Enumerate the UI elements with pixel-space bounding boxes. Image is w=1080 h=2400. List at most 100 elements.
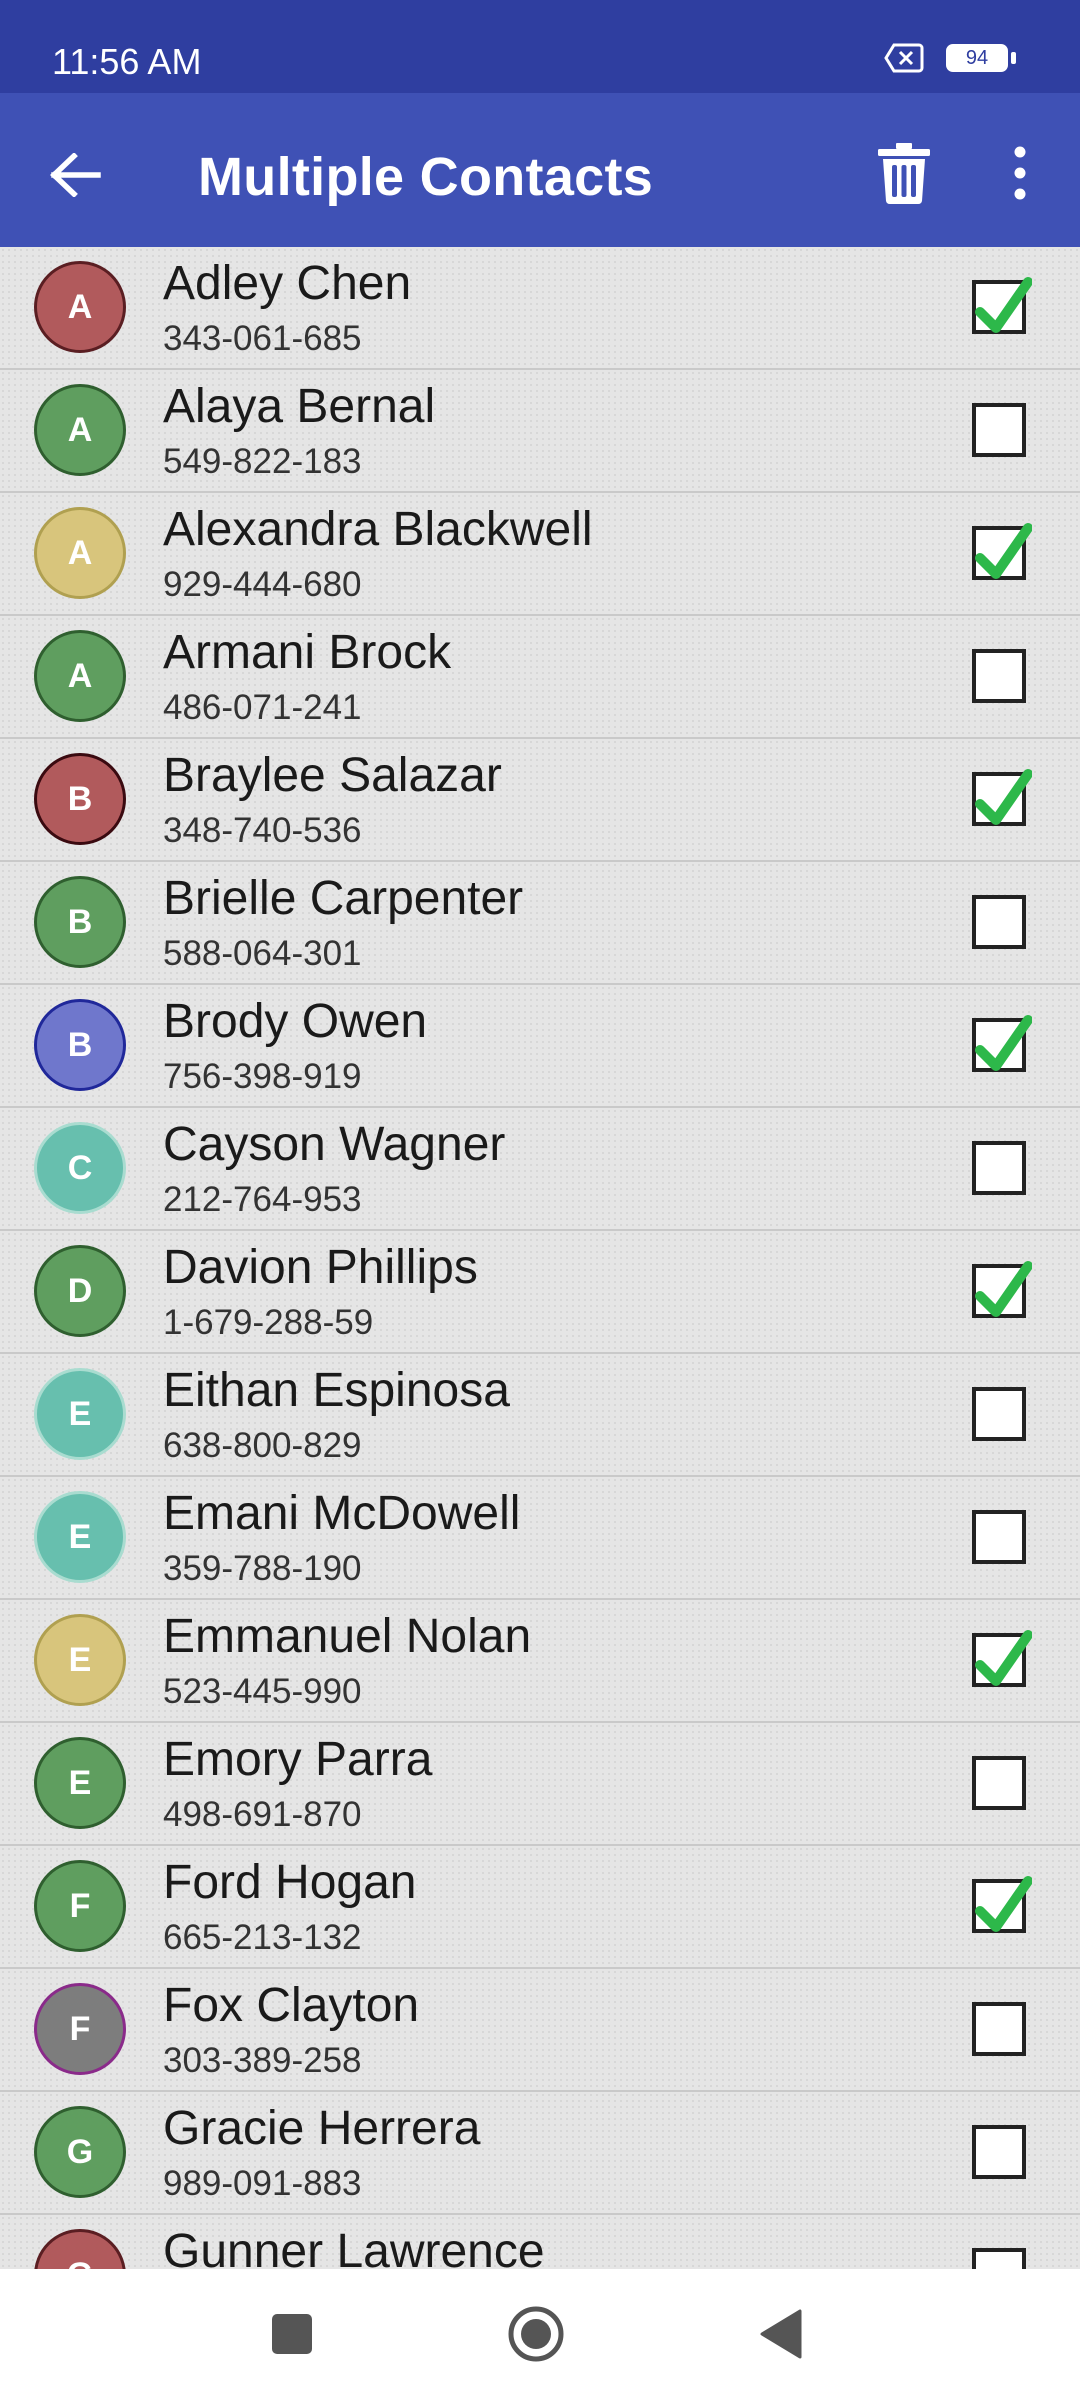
contact-checkbox[interactable] (972, 1756, 1026, 1810)
trash-icon (878, 143, 930, 205)
contact-avatar: D (34, 1245, 126, 1337)
check-mark-icon (975, 277, 1032, 333)
recents-square-icon (272, 2314, 312, 2354)
contact-name: Ford Hogan (163, 1856, 417, 1909)
contact-phone: 989-091-883 (163, 2164, 362, 2203)
contact-row[interactable]: D Davion Phillips 1-679-288-59 (0, 1231, 1080, 1354)
back-nav-button[interactable] (740, 2299, 820, 2369)
contact-row[interactable]: A Armani Brock 486-071-241 (0, 616, 1080, 739)
contact-avatar: F (34, 1983, 126, 2075)
contact-checkbox[interactable] (972, 277, 1032, 334)
contact-row[interactable]: A Alexandra Blackwell 929-444-680 (0, 493, 1080, 616)
system-nav-bar (0, 2269, 1080, 2400)
contact-avatar: C (34, 1122, 126, 1214)
contact-checkbox[interactable] (972, 1510, 1026, 1564)
battery-cap (1011, 52, 1016, 64)
delete-button[interactable] (862, 131, 946, 215)
contact-avatar: A (34, 630, 126, 722)
contact-checkbox[interactable] (972, 649, 1026, 703)
contact-checkbox[interactable] (972, 2125, 1026, 2179)
battery-level: 94 (965, 47, 989, 69)
status-bar: 11:56 AM 94 (0, 0, 1080, 93)
contact-row[interactable]: C Cayson Wagner 212-764-953 (0, 1108, 1080, 1231)
check-mark-icon (975, 769, 1032, 825)
contact-phone: 549-822-183 (163, 442, 362, 481)
contact-row[interactable]: B Brody Owen 756-398-919 (0, 985, 1080, 1108)
check-mark-icon (975, 1630, 1032, 1686)
contact-phone: 343-061-685 (163, 319, 362, 358)
contact-checkbox[interactable] (972, 1876, 1032, 1933)
contact-checkbox[interactable] (972, 523, 1032, 580)
status-icons: 94 (884, 42, 1016, 74)
contact-checkbox[interactable] (972, 895, 1026, 949)
contact-checkbox[interactable] (972, 2002, 1026, 2056)
status-time: 11:56 AM (52, 41, 202, 82)
contact-phone: 929-444-680 (163, 565, 362, 604)
contact-phone: 588-064-301 (163, 934, 362, 973)
contact-avatar: A (34, 507, 126, 599)
contact-name: Fox Clayton (163, 1979, 420, 2032)
contact-phone: 638-800-829 (163, 1426, 362, 1465)
contact-name: Eithan Espinosa (163, 1364, 510, 1417)
contact-avatar: E (34, 1491, 126, 1583)
contact-avatar: G (34, 2229, 126, 2269)
contact-checkbox[interactable] (972, 1141, 1026, 1195)
check-mark-icon (975, 523, 1032, 579)
contact-checkbox[interactable] (972, 1261, 1032, 1318)
contact-name: Emmanuel Nolan (163, 1610, 532, 1663)
back-arrow-icon (50, 153, 101, 197)
contact-phone: 523-445-990 (163, 1672, 362, 1711)
contact-row[interactable]: E Emmanuel Nolan 523-445-990 (0, 1600, 1080, 1723)
page-title: Multiple Contacts (198, 147, 654, 207)
contact-name: Adley Chen (163, 257, 412, 310)
contact-name: Armani Brock (163, 626, 452, 679)
contact-name: Emani McDowell (163, 1487, 521, 1540)
contact-checkbox[interactable] (972, 2248, 1026, 2269)
contact-avatar: G (34, 2106, 126, 2198)
recents-button[interactable] (252, 2299, 332, 2369)
contact-avatar: E (34, 1368, 126, 1460)
contact-row[interactable]: F Ford Hogan 665-213-132 (0, 1846, 1080, 1969)
contact-phone: 212-764-953 (163, 1180, 362, 1219)
contact-avatar: B (34, 753, 126, 845)
contact-avatar: A (34, 261, 126, 353)
contact-checkbox[interactable] (972, 1387, 1026, 1441)
home-button[interactable] (496, 2299, 576, 2369)
contact-phone: 756-398-919 (163, 1057, 362, 1096)
contact-checkbox[interactable] (972, 1015, 1032, 1072)
contact-avatar: F (34, 1860, 126, 1952)
contact-phone: 665-213-132 (163, 1918, 362, 1957)
contact-avatar: E (34, 1737, 126, 1829)
contact-name: Gunner Lawrence (163, 2225, 545, 2269)
back-button[interactable] (34, 133, 118, 217)
contact-row[interactable]: A Adley Chen 343-061-685 (0, 247, 1080, 370)
contact-phone: 348-740-536 (163, 811, 362, 850)
contact-row[interactable]: G Gracie Herrera 989-091-883 (0, 2092, 1080, 2215)
contact-checkbox[interactable] (972, 403, 1026, 457)
contact-phone: 1-679-288-59 (163, 1303, 374, 1342)
contact-row[interactable]: F Fox Clayton 303-389-258 (0, 1969, 1080, 2092)
contact-name: Alexandra Blackwell (163, 503, 593, 556)
contact-row[interactable]: A Alaya Bernal 549-822-183 (0, 370, 1080, 493)
contact-name: Brielle Carpenter (163, 872, 524, 925)
contact-row[interactable]: B Braylee Salazar 348-740-536 (0, 739, 1080, 862)
contact-row[interactable]: B Brielle Carpenter 588-064-301 (0, 862, 1080, 985)
contact-row[interactable]: G Gunner Lawrence (0, 2215, 1080, 2269)
app-bar: Multiple Contacts (0, 93, 1080, 247)
contact-name: Emory Parra (163, 1733, 433, 1786)
contact-avatar: B (34, 876, 126, 968)
check-mark-icon (975, 1015, 1032, 1071)
home-circle-icon (508, 2306, 564, 2362)
contact-checkbox[interactable] (972, 1630, 1032, 1687)
more-options-button[interactable] (978, 131, 1062, 215)
contact-row[interactable]: E Emani McDowell 359-788-190 (0, 1477, 1080, 1600)
back-triangle-icon (760, 2309, 802, 2359)
contact-name: Brody Owen (163, 995, 428, 1048)
contact-row[interactable]: E Emory Parra 498-691-870 (0, 1723, 1080, 1846)
more-vert-icon (1014, 146, 1026, 200)
contact-checkbox[interactable] (972, 769, 1032, 826)
contact-row[interactable]: E Eithan Espinosa 638-800-829 (0, 1354, 1080, 1477)
contact-name: Alaya Bernal (163, 380, 436, 433)
contact-list[interactable]: A Adley Chen 343-061-685 A Alaya Bernal 549-8… (0, 247, 1080, 2269)
contact-name: Davion Phillips (163, 1241, 478, 1294)
